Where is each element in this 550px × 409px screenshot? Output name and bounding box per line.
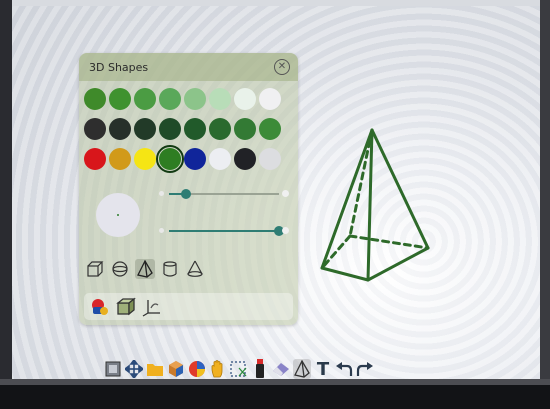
color-swatch[interactable]	[84, 148, 106, 170]
color-swatch[interactable]	[109, 148, 131, 170]
color-swatch[interactable]	[134, 88, 156, 110]
eraser-icon[interactable]	[272, 359, 290, 379]
shapes-icon[interactable]	[167, 359, 185, 379]
color-swatch[interactable]	[259, 88, 281, 110]
pyramid-hidden-edge	[320, 234, 352, 270]
color-swatch[interactable]	[159, 118, 181, 140]
color-swatch[interactable]	[209, 118, 231, 140]
hand-icon[interactable]	[209, 359, 227, 379]
color-swatch[interactable]	[109, 88, 131, 110]
color-swatch[interactable]	[234, 118, 256, 140]
opacity-slider[interactable]	[159, 221, 289, 241]
close-circle-icon[interactable]: ✕	[274, 59, 290, 75]
panel-tool-row	[84, 293, 293, 320]
axis-icon[interactable]	[142, 297, 162, 317]
color-swatch[interactable]	[234, 148, 256, 170]
color-swatch[interactable]	[209, 148, 231, 170]
move-icon[interactable]	[125, 359, 143, 379]
color-swatch[interactable]	[259, 118, 281, 140]
pyramid-edge	[366, 246, 430, 282]
swatch-row	[84, 88, 294, 110]
brush-size-slider[interactable]	[159, 184, 289, 204]
color-swatch[interactable]	[159, 88, 181, 110]
color-swatch[interactable]	[209, 88, 231, 110]
color-swatch[interactable]	[184, 148, 206, 170]
brush-preview-dot	[117, 214, 119, 216]
color-swatch[interactable]	[134, 118, 156, 140]
select-icon[interactable]	[104, 359, 122, 379]
slider-min-icon	[159, 191, 164, 196]
color-swatch[interactable]	[184, 88, 206, 110]
text-tool-label: T	[316, 358, 330, 380]
color-swatch[interactable]	[84, 88, 106, 110]
color-swatch[interactable]	[109, 118, 131, 140]
slider-min-icon	[159, 228, 164, 233]
monitor-bezel-left	[0, 0, 12, 409]
pyramid-icon[interactable]	[135, 259, 155, 279]
pyramid-edge	[370, 128, 430, 250]
color-swatch[interactable]	[259, 148, 281, 170]
brush-preview	[96, 193, 140, 237]
3d-shapes-icon[interactable]	[293, 359, 311, 379]
color-picker-icon[interactable]	[188, 359, 206, 379]
pyramid-drawing[interactable]	[310, 118, 440, 288]
main-toolbar: T	[104, 358, 374, 380]
monitor-bezel-bottom	[0, 385, 550, 409]
color-fill-icon[interactable]	[90, 297, 110, 317]
shape-selector	[85, 259, 205, 279]
color-swatch[interactable]	[84, 118, 106, 140]
redo-icon[interactable]	[356, 359, 374, 379]
color-swatch[interactable]	[134, 148, 156, 170]
cube-style-icon[interactable]	[116, 297, 136, 317]
text-icon[interactable]: T	[314, 358, 332, 380]
pyramid-edge	[320, 266, 370, 282]
cylinder-icon[interactable]	[160, 259, 180, 279]
slider-max-icon	[282, 227, 289, 234]
swatch-row	[84, 145, 294, 173]
color-swatch[interactable]	[184, 118, 206, 140]
color-palette	[84, 88, 294, 178]
3d-shapes-panel: 3D Shapes ✕	[79, 53, 298, 325]
lasso-select-icon[interactable]	[230, 359, 248, 379]
marker-icon[interactable]	[251, 359, 269, 379]
pyramid-edge	[320, 128, 374, 270]
color-swatch[interactable]	[156, 145, 184, 173]
color-swatch[interactable]	[234, 88, 256, 110]
folder-icon[interactable]	[146, 359, 164, 379]
slider-thumb[interactable]	[180, 189, 191, 199]
swatch-row	[84, 118, 294, 140]
undo-icon[interactable]	[335, 359, 353, 379]
panel-title: 3D Shapes	[89, 61, 149, 74]
cone-icon[interactable]	[185, 259, 205, 279]
slider-max-icon	[282, 190, 289, 197]
monitor-bezel-right	[540, 0, 550, 409]
pyramid-hidden-edge	[348, 234, 430, 250]
panel-header: 3D Shapes ✕	[79, 53, 298, 81]
slider-fill	[169, 230, 279, 232]
cube-icon[interactable]	[85, 259, 105, 279]
sphere-icon[interactable]	[110, 259, 130, 279]
